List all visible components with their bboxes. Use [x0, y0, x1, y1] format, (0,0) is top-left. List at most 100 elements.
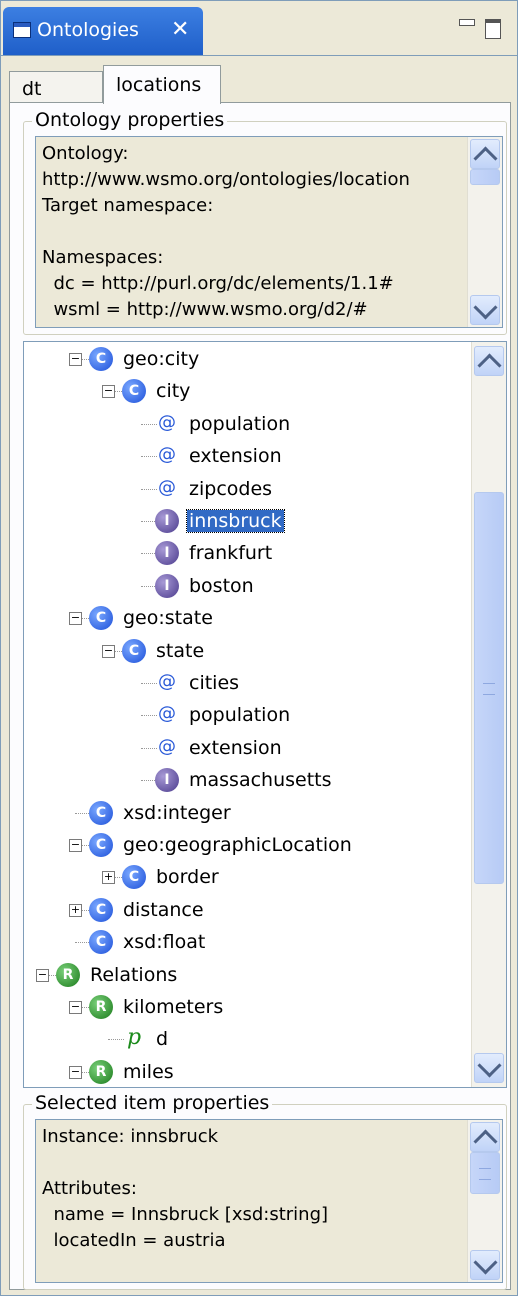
concept-icon: C	[122, 638, 146, 663]
view-title-bar: Ontologies ✕	[1, 1, 517, 56]
tree-node[interactable]: Cxsd:integer	[24, 799, 464, 829]
tree-node[interactable]: − Rmiles	[24, 1058, 464, 1087]
expand-icon[interactable]: +	[69, 903, 82, 917]
tree-node[interactable]: @ population	[24, 410, 464, 440]
tree-node-label: innsbruck	[186, 509, 285, 533]
selected-item-properties-text[interactable]: Instance: innsbruck Attributes: name = I…	[35, 1119, 503, 1283]
tree-node-label: Relations	[90, 963, 178, 986]
tree-node[interactable]: Ifrankfurt	[24, 539, 464, 569]
scroll-thumb[interactable]	[474, 492, 504, 884]
tree-node-label: miles	[123, 1060, 174, 1083]
relation-icon: R	[89, 1059, 113, 1084]
view-window-controls	[459, 15, 509, 39]
text-line: Ontology:	[42, 143, 129, 164]
tree-node-label: geo:geographicLocation	[123, 834, 352, 856]
tree-node-label: extension	[189, 445, 282, 468]
tree-node[interactable]: + Cborder	[24, 863, 464, 893]
tree-node[interactable]: Cxsd:float	[24, 928, 464, 958]
tree-node[interactable]: Iinnsbruck	[24, 507, 464, 537]
scroll-up-button[interactable]	[470, 139, 500, 171]
attribute-icon: @	[158, 671, 176, 692]
tab-dt[interactable]: dt	[9, 71, 103, 104]
tree-node[interactable]: + Cdistance	[24, 896, 464, 926]
tree-node[interactable]: − R Relations	[24, 961, 464, 991]
attribute-icon: @	[158, 703, 176, 725]
tree-node-label: city	[156, 380, 191, 403]
collapse-icon[interactable]: −	[102, 385, 115, 399]
maximize-icon[interactable]	[485, 19, 501, 39]
ontology-properties-text[interactable]: Ontology: http://www.wsmo.org/ontologies…	[35, 136, 503, 328]
selected-item-scrollbar[interactable]	[467, 1120, 502, 1282]
collapse-icon[interactable]: −	[69, 839, 82, 852]
scroll-thumb[interactable]	[470, 169, 500, 185]
tree-node[interactable]: pd	[24, 1025, 464, 1055]
tree-node[interactable]: @ zipcodes	[24, 475, 464, 505]
ontology-view-icon	[13, 22, 31, 38]
tree-node[interactable]: @ extension	[24, 734, 464, 764]
close-icon[interactable]: ✕	[171, 17, 189, 42]
concept-icon: C	[89, 833, 113, 857]
tree-node-label: border	[156, 866, 219, 889]
tree-node-label: population	[189, 704, 291, 727]
tree-node[interactable]: − Cgeo:geographicLocation	[24, 831, 464, 861]
tree-node-label: d	[156, 1028, 169, 1051]
text-line: http://www.wsmo.org/ontologies/location	[42, 169, 410, 190]
tree-node-label: massachusetts	[189, 769, 332, 792]
ontology-properties-scrollbar[interactable]	[467, 137, 502, 327]
parameter-icon: p	[126, 1025, 142, 1051]
text-line: Instance: innsbruck	[42, 1126, 219, 1147]
minimize-icon[interactable]	[459, 19, 475, 26]
instance-icon: I	[155, 509, 179, 533]
tree-node[interactable]: Imassachusetts	[24, 766, 464, 796]
tree-node-label: geo:state	[123, 607, 213, 630]
tab-label: locations	[116, 74, 202, 96]
collapse-icon[interactable]: −	[102, 644, 115, 658]
tree-node-label: population	[189, 412, 291, 435]
tree-node[interactable]: @ cities	[24, 669, 464, 699]
ontology-properties-legend: Ontology properties	[32, 109, 228, 131]
expand-icon[interactable]: +	[102, 871, 115, 885]
tree-node[interactable]: @ population	[24, 701, 464, 731]
attribute-icon: @	[158, 735, 176, 757]
scroll-down-button[interactable]	[474, 1053, 504, 1083]
tree-node-label: geo:city	[123, 348, 200, 370]
text-line: Target namespace:	[42, 195, 214, 216]
tab-locations[interactable]: locations	[103, 65, 221, 104]
tree-node-label: frankfurt	[189, 542, 273, 565]
tree-node[interactable]: Iboston	[24, 572, 464, 602]
collapse-icon[interactable]: −	[69, 612, 82, 626]
tree-node-label: boston	[189, 574, 254, 597]
text-line: Namespaces:	[42, 247, 164, 268]
scroll-up-button[interactable]	[474, 346, 504, 378]
collapse-icon[interactable]: −	[69, 1001, 82, 1014]
scroll-up-button[interactable]	[470, 1122, 500, 1154]
collapse-icon[interactable]: −	[36, 968, 49, 982]
ontology-tree[interactable]: − Cgeo:city − Ccity @ population @ extension @ zi…	[23, 341, 507, 1088]
tree-node[interactable]: − Cgeo:city	[24, 345, 464, 375]
tree-node[interactable]: − Cgeo:state	[24, 604, 464, 634]
tree-node-label: distance	[123, 898, 204, 921]
concept-icon: C	[89, 347, 113, 371]
attribute-icon: @	[158, 444, 176, 466]
text-line: wsml = http://www.wsmo.org/d2/#	[42, 299, 368, 320]
ontologies-view: Ontologies ✕ dt locations Ontology prope…	[0, 0, 518, 1296]
text-line: name = Innsbruck [xsd:string]	[42, 1204, 329, 1225]
scroll-thumb[interactable]	[470, 1152, 500, 1194]
attribute-icon: @	[158, 411, 176, 433]
concept-icon: C	[89, 897, 113, 922]
scroll-down-button[interactable]	[470, 1250, 500, 1280]
collapse-icon[interactable]: −	[69, 353, 82, 366]
tree-node[interactable]: − Cstate	[24, 637, 464, 667]
ontologies-view-tab[interactable]: Ontologies ✕	[3, 7, 203, 55]
collapse-icon[interactable]: −	[69, 1065, 82, 1079]
ontology-tabs: dt locations	[9, 63, 509, 104]
tree-node[interactable]: − Rkilometers	[24, 993, 464, 1023]
scroll-down-button[interactable]	[470, 295, 500, 325]
tree-node[interactable]: @ extension	[24, 442, 464, 472]
tab-label: dt	[22, 78, 42, 100]
concept-icon: C	[122, 379, 146, 404]
tree-node[interactable]: − Ccity	[24, 377, 464, 407]
concept-icon: C	[89, 800, 113, 825]
tree-scrollbar[interactable]	[471, 342, 506, 1087]
attribute-icon: @	[158, 476, 176, 498]
